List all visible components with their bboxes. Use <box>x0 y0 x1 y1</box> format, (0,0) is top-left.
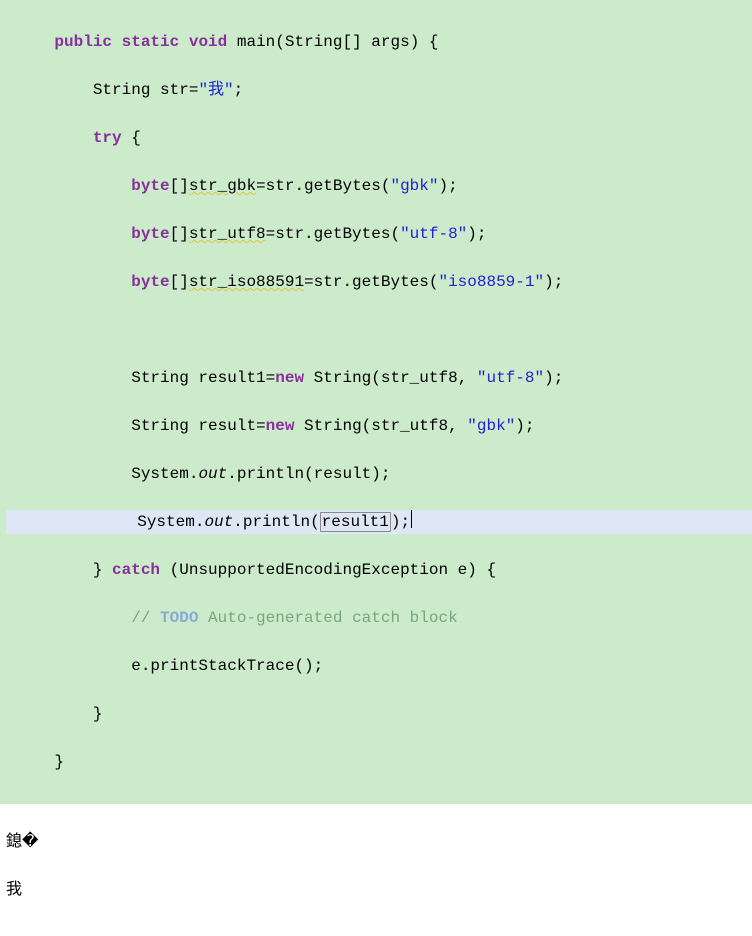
call: =str.getBytes( <box>256 177 390 195</box>
static-field: out <box>198 465 227 483</box>
comment: Auto-generated catch block <box>198 609 457 627</box>
keyword: public <box>54 33 112 51</box>
type: String <box>93 81 151 99</box>
call: String(str_utf8, <box>294 417 467 435</box>
keyword: void <box>189 33 227 51</box>
console-output[interactable]: 鎴� 我 <box>0 804 752 936</box>
caret <box>411 510 412 528</box>
static-field: out <box>204 513 233 531</box>
close: ); <box>544 369 563 387</box>
call: System. <box>131 465 198 483</box>
brace: { <box>122 129 141 147</box>
paren: ) { <box>410 33 439 51</box>
code-line[interactable]: try { <box>6 126 752 150</box>
decl: String result1= <box>131 369 275 387</box>
param: args <box>362 33 410 51</box>
keyword: new <box>266 417 295 435</box>
code-line[interactable]: System.out.println(result); <box>6 462 752 486</box>
code-line[interactable]: String result=new String(str_utf8, "gbk"… <box>6 414 752 438</box>
code-line[interactable]: String str="我"; <box>6 78 752 102</box>
brace: } <box>54 753 64 771</box>
var: str <box>150 81 188 99</box>
call: =str.getBytes( <box>304 273 438 291</box>
keyword: new <box>275 369 304 387</box>
brackets: [] <box>342 33 361 51</box>
brace: } <box>93 561 112 579</box>
keyword: try <box>93 129 122 147</box>
code-line[interactable]: } <box>6 702 752 726</box>
decl: String result= <box>131 417 265 435</box>
code-line[interactable]: } catch (UnsupportedEncodingException e)… <box>6 558 752 582</box>
brackets: [] <box>170 177 189 195</box>
type: String <box>285 33 343 51</box>
stmt: e.printStackTrace(); <box>131 657 323 675</box>
keyword: byte <box>131 225 169 243</box>
keyword: static <box>122 33 180 51</box>
code-line[interactable]: byte[]str_iso88591=str.getBytes("iso8859… <box>6 270 752 294</box>
method-name: main <box>237 33 275 51</box>
call: String(str_utf8, <box>304 369 477 387</box>
close: ); <box>515 417 534 435</box>
unused-var-warning: str_gbk <box>189 177 256 195</box>
paren: ( <box>275 33 285 51</box>
string-literal: "gbk" <box>467 417 515 435</box>
comment: // <box>131 609 160 627</box>
blank <box>16 321 26 339</box>
close: ); <box>391 513 410 531</box>
keyword: byte <box>131 273 169 291</box>
brace: } <box>93 705 103 723</box>
matched-token: result1 <box>320 512 391 532</box>
brackets: [] <box>170 273 189 291</box>
string-literal: "我" <box>198 81 233 99</box>
string-literal: "iso8859-1" <box>438 273 544 291</box>
code-line[interactable]: e.printStackTrace(); <box>6 654 752 678</box>
unused-var-warning: str_utf8 <box>189 225 266 243</box>
code-line[interactable]: // TODO Auto-generated catch block <box>6 606 752 630</box>
code-line-current[interactable]: System.out.println(result1); <box>6 510 752 534</box>
close: ); <box>544 273 563 291</box>
code-line[interactable]: public static void main(String[] args) { <box>6 30 752 54</box>
call: .println( <box>233 513 319 531</box>
op: = <box>189 81 199 99</box>
code-line[interactable]: byte[]str_utf8=str.getBytes("utf-8"); <box>6 222 752 246</box>
close: ); <box>438 177 457 195</box>
string-literal: "utf-8" <box>400 225 467 243</box>
todo-tag: TODO <box>160 609 198 627</box>
keyword: catch <box>112 561 160 579</box>
call: =str.getBytes( <box>266 225 400 243</box>
code-line[interactable]: byte[]str_gbk=str.getBytes("gbk"); <box>6 174 752 198</box>
brackets: [] <box>170 225 189 243</box>
code-line[interactable]: String result1=new String(str_utf8, "utf… <box>6 366 752 390</box>
call: System. <box>137 513 204 531</box>
close: ); <box>467 225 486 243</box>
string-literal: "utf-8" <box>477 369 544 387</box>
unused-var-warning: str_iso88591 <box>189 273 304 291</box>
semi: ; <box>234 81 244 99</box>
console-line: 鎴� <box>6 830 746 854</box>
code-line[interactable] <box>6 318 752 342</box>
code-editor[interactable]: public static void main(String[] args) {… <box>0 0 752 804</box>
console-line: 我 <box>6 878 746 902</box>
catch-params: (UnsupportedEncodingException e) { <box>160 561 496 579</box>
string-literal: "gbk" <box>390 177 438 195</box>
call: .println(result); <box>227 465 390 483</box>
keyword: byte <box>131 177 169 195</box>
code-line[interactable]: } <box>6 750 752 774</box>
